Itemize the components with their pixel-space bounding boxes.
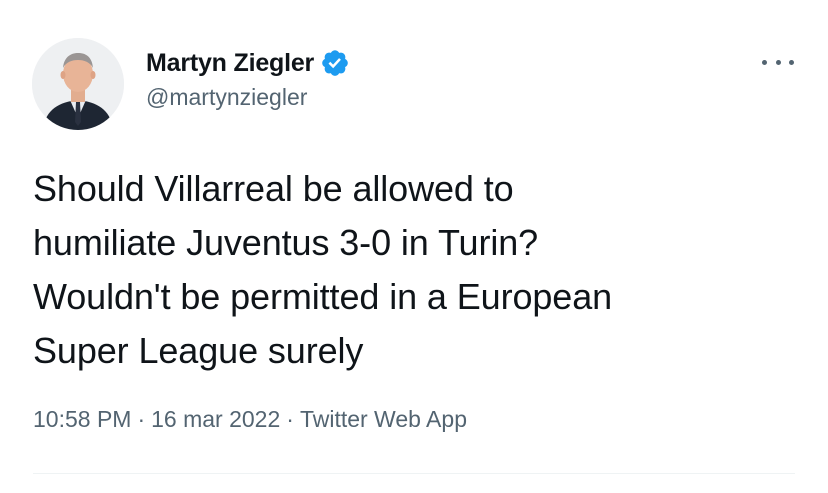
author-block: Martyn Ziegler @martynziegler bbox=[146, 46, 350, 111]
avatar-image bbox=[32, 38, 124, 130]
dot-icon bbox=[775, 59, 781, 65]
tweet-text-line: Should Villarreal be allowed to bbox=[33, 168, 514, 209]
tweet-time[interactable]: 10:58 PM bbox=[33, 406, 131, 432]
tweet-text: Should Villarreal be allowed to humiliat… bbox=[33, 162, 793, 378]
avatar[interactable] bbox=[32, 38, 124, 130]
name-row: Martyn Ziegler bbox=[146, 46, 350, 80]
tweet-date[interactable]: 16 mar 2022 bbox=[151, 406, 280, 432]
more-options-icon[interactable] bbox=[762, 52, 794, 72]
meta-separator: · bbox=[137, 406, 146, 432]
verified-badge-icon bbox=[320, 48, 350, 78]
tweet-text-line: humiliate Juventus 3-0 in Turin? bbox=[33, 222, 539, 263]
tweet-source[interactable]: Twitter Web App bbox=[300, 406, 467, 432]
tweet-text-line: Wouldn't be permitted in a European bbox=[33, 276, 613, 317]
tweet-card: Martyn Ziegler @martynziegler Should Vil… bbox=[0, 0, 828, 493]
meta-separator: · bbox=[286, 406, 294, 432]
tweet-text-line: Super League surely bbox=[33, 330, 364, 371]
author-handle[interactable]: @martynziegler bbox=[146, 84, 350, 111]
divider bbox=[33, 473, 795, 474]
tweet-meta: 10:58 PM · 16 mar 2022 · Twitter Web App bbox=[33, 406, 467, 433]
display-name[interactable]: Martyn Ziegler bbox=[146, 49, 314, 78]
dot-icon bbox=[789, 59, 794, 65]
dot-icon bbox=[762, 59, 767, 65]
